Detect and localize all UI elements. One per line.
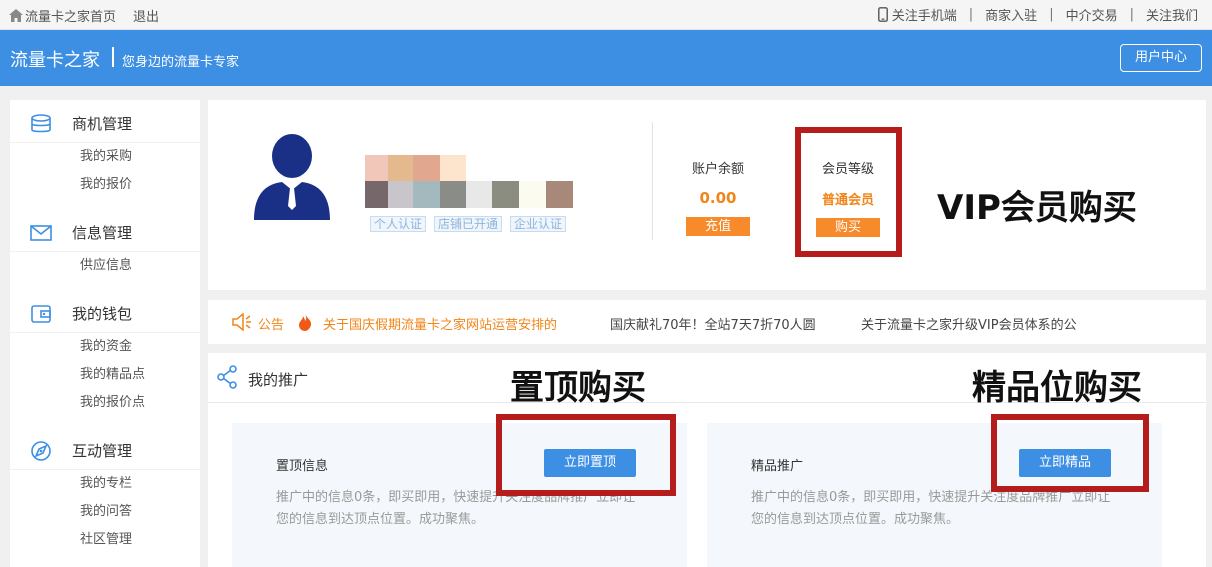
site-header: 流量卡之家 您身边的流量卡专家 用户中心 — [0, 30, 1212, 86]
sidebar-group-title[interactable]: 互动管理 — [10, 432, 200, 470]
notice-item[interactable]: 关于国庆假期流量卡之家网站运营安排的 — [323, 314, 557, 333]
balance-label: 账户余额 — [691, 162, 744, 177]
sidebar-item-my-quote[interactable]: 我的报价 — [10, 171, 200, 199]
sidebar: 商机管理 我的采购 我的报价 信息管理 供应信息 我的钱包 我的资金 我的精品点… — [10, 100, 200, 567]
follow-mobile-link[interactable]: 关注手机端 — [877, 5, 957, 24]
top-utility-bar: 流量卡之家首页 退出 关注手机端 | 商家入驻 | 中介交易 | 关注我们 — [0, 0, 1212, 30]
sidebar-item-my-featured-points[interactable]: 我的精品点 — [10, 361, 200, 389]
mail-icon — [10, 224, 72, 241]
phone-icon — [877, 7, 888, 22]
store-opened-badge[interactable]: 店铺已开通 — [434, 216, 503, 232]
account-balance: 账户余额 0.00 充值 — [678, 158, 758, 236]
sidebar-group-label: 我的钱包 — [72, 305, 133, 323]
notice-label: 公告 — [258, 318, 285, 333]
notice-item[interactable]: 国庆献礼70年！全站7天7折70人圆 — [610, 314, 816, 333]
card-description: 推广中的信息0条，即买即用，快速提升关注度品牌推广立即让您的信息到达顶点位置。成… — [751, 490, 1111, 527]
blurred-username — [365, 155, 575, 210]
verification-badges: 个人认证 店铺已开通 企业认证 — [370, 216, 574, 232]
sidebar-group-info: 信息管理 供应信息 — [10, 214, 200, 280]
sidebar-group-wallet: 我的钱包 我的资金 我的精品点 我的报价点 — [10, 295, 200, 417]
pin-top-purchase-callout: 置顶购买 — [510, 368, 646, 408]
vip-highlight-box — [795, 127, 902, 257]
home-link-label: 流量卡之家首页 — [25, 10, 117, 25]
sidebar-group-business: 商机管理 我的采购 我的报价 — [10, 105, 200, 199]
notice-bar: 公告 关于国庆假期流量卡之家网站运营安排的 国庆献礼70年！全站7天7折70人圆… — [208, 300, 1206, 344]
recharge-button[interactable]: 充值 — [686, 217, 750, 236]
top-links: 关注手机端 | 商家入驻 | 中介交易 | 关注我们 — [877, 5, 1198, 24]
home-link[interactable]: 流量卡之家首页 — [9, 6, 116, 25]
follow-mobile-label: 关注手机端 — [891, 9, 957, 24]
broker-trade-link[interactable]: 中介交易 — [1066, 5, 1118, 24]
card-title: 置顶信息 — [276, 459, 329, 474]
enterprise-verified-badge[interactable]: 企业认证 — [510, 216, 567, 232]
sidebar-item-my-funds[interactable]: 我的资金 — [10, 333, 200, 361]
user-avatar-icon — [254, 134, 330, 220]
sidebar-item-supply-info[interactable]: 供应信息 — [10, 252, 200, 280]
logout-link[interactable]: 退出 — [133, 6, 159, 25]
vip-purchase-callout: VIP会员购买 — [937, 188, 1137, 228]
rocket-icon — [10, 440, 72, 462]
promotion-title: 我的推广 — [248, 371, 309, 389]
featured-purchase-callout: 精品位购买 — [972, 368, 1142, 408]
sidebar-item-my-column[interactable]: 我的专栏 — [10, 470, 200, 498]
share-icon — [217, 365, 237, 389]
separator: | — [968, 7, 974, 22]
sidebar-group-interaction: 互动管理 我的专栏 我的问答 社区管理 — [10, 432, 200, 554]
separator: | — [1129, 7, 1134, 22]
balance-value: 0.00 — [699, 189, 737, 207]
site-slogan: 您身边的流量卡专家 — [122, 55, 240, 70]
sidebar-group-title[interactable]: 商机管理 — [10, 105, 200, 143]
personal-verified-badge[interactable]: 个人认证 — [370, 216, 427, 232]
header-divider — [112, 47, 114, 67]
fire-icon — [299, 313, 312, 331]
sidebar-item-my-quote-points[interactable]: 我的报价点 — [10, 389, 200, 417]
card-title: 精品推广 — [751, 459, 804, 474]
pin-top-highlight-box — [496, 414, 676, 496]
wallet-icon — [10, 304, 72, 323]
separator: | — [1049, 7, 1054, 22]
site-brand[interactable]: 流量卡之家 — [10, 46, 100, 72]
user-center-button[interactable]: 用户中心 — [1120, 44, 1202, 72]
sidebar-group-label: 信息管理 — [72, 224, 133, 242]
merchant-join-link[interactable]: 商家入驻 — [985, 5, 1037, 24]
speaker-icon — [232, 313, 251, 331]
sidebar-group-title[interactable]: 信息管理 — [10, 214, 200, 252]
notice-item[interactable]: 关于流量卡之家升级VIP会员体系的公 — [861, 314, 1077, 333]
featured-highlight-box — [991, 414, 1149, 492]
profile-divider — [652, 122, 653, 240]
follow-us-link[interactable]: 关注我们 — [1146, 5, 1198, 24]
sidebar-group-title[interactable]: 我的钱包 — [10, 295, 200, 333]
sidebar-group-label: 互动管理 — [72, 442, 133, 460]
sidebar-group-label: 商机管理 — [72, 115, 133, 133]
sidebar-item-my-purchase[interactable]: 我的采购 — [10, 143, 200, 171]
database-icon — [10, 113, 72, 134]
sidebar-item-my-qa[interactable]: 我的问答 — [10, 498, 200, 526]
home-icon — [9, 9, 23, 22]
sidebar-item-community[interactable]: 社区管理 — [10, 526, 200, 554]
